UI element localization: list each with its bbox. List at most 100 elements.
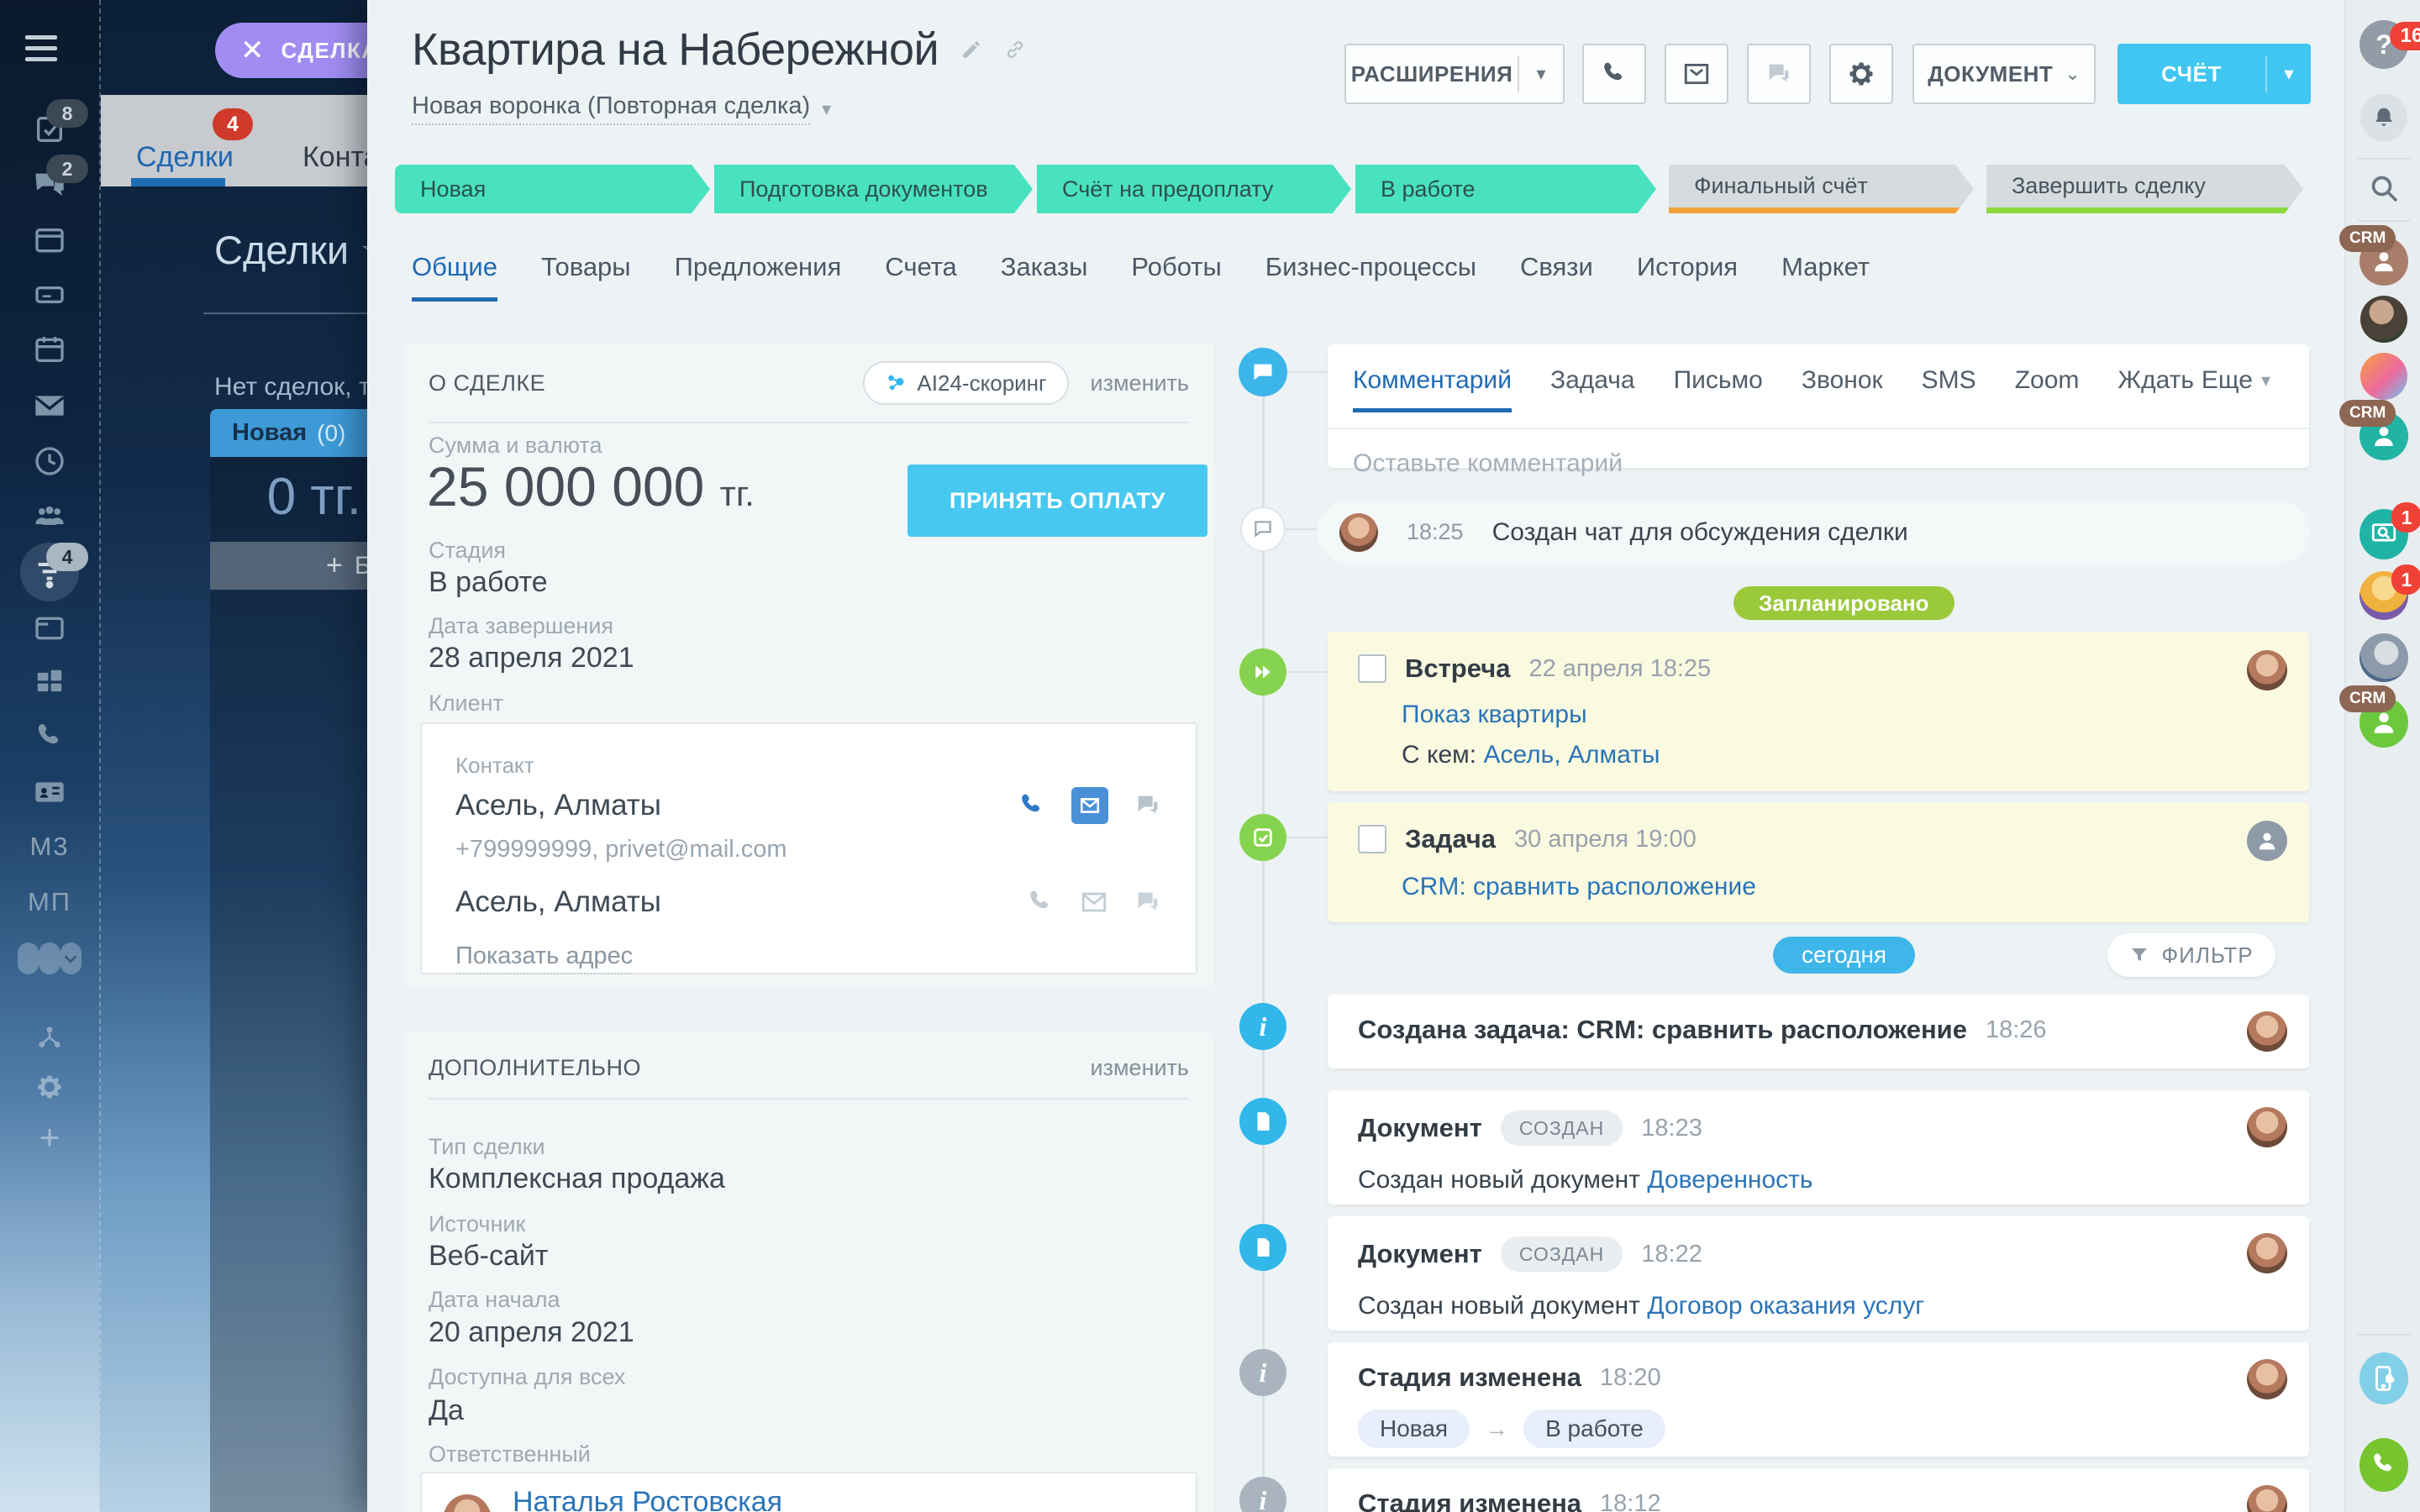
stage-in-progress[interactable]: В работе xyxy=(1355,165,1656,213)
sidebar-item-add[interactable]: + xyxy=(18,1120,82,1155)
sidebar-item-messenger[interactable]: 2 xyxy=(18,168,82,202)
chat-avatar[interactable] xyxy=(2360,353,2408,400)
sidebar-item-mail[interactable] xyxy=(18,389,82,423)
menu-toggle-icon[interactable] xyxy=(25,35,57,68)
complete-checkbox[interactable] xyxy=(1358,654,1386,683)
tab-call[interactable]: Звонок xyxy=(1802,366,1883,412)
document-link[interactable]: Договор оказания услуг xyxy=(1647,1292,1924,1320)
document-button[interactable]: ДОКУМЕНТ ⌄ xyxy=(1912,44,2096,104)
sidebar-collapse[interactable] xyxy=(18,942,82,974)
sidebar-item-contact-center[interactable] xyxy=(18,775,82,809)
contact-call-icon[interactable] xyxy=(1026,888,1055,916)
tab-sms[interactable]: SMS xyxy=(1922,366,1976,412)
stage-close-deal[interactable]: Завершить сделку xyxy=(1986,165,2303,213)
sidebar-item-sites[interactable] xyxy=(18,612,82,645)
contact-details[interactable]: +799999999, privet@mail.com xyxy=(455,836,1162,864)
kanban-column-header[interactable]: Новая (0) xyxy=(210,409,369,457)
deal-type-value[interactable]: Комплексная продажа xyxy=(429,1163,725,1195)
call-widget-button[interactable] xyxy=(2360,1438,2408,1492)
tab-invoices[interactable]: Счета xyxy=(885,252,957,302)
tab-deals[interactable]: Сделки xyxy=(136,141,234,174)
task-created-card[interactable]: Создана задача: CRM: сравнить расположен… xyxy=(1328,995,2309,1068)
task-subject-link[interactable]: CRM: сравнить расположение xyxy=(1402,873,1756,900)
meeting-subject-link[interactable]: Показ квартиры xyxy=(1402,701,1587,728)
tab-market[interactable]: Маркет xyxy=(1781,252,1870,302)
chat-button[interactable] xyxy=(1747,44,1811,104)
sidebar-item-time[interactable] xyxy=(18,444,82,478)
meeting-contact-link[interactable]: Асель, Алматы xyxy=(1483,741,1660,769)
crm-chat-teal[interactable]: CRM xyxy=(2360,412,2408,460)
chat-avatar[interactable] xyxy=(2360,633,2408,682)
contact-email-icon[interactable] xyxy=(1071,787,1108,824)
contact-name-2[interactable]: Асель, Алматы xyxy=(455,885,661,919)
stage-prepayment[interactable]: Счёт на предоплату xyxy=(1037,165,1351,213)
comment-input[interactable]: Оставьте комментарий xyxy=(1328,429,2309,498)
funnel-selector[interactable]: Новая воронка (Повторная сделка) ▾ xyxy=(412,92,831,125)
contact-chat-icon[interactable] xyxy=(1134,791,1162,820)
edit-pencil-icon[interactable] xyxy=(960,39,982,60)
contact-chat-icon[interactable] xyxy=(1134,888,1162,916)
tab-robots[interactable]: Роботы xyxy=(1131,252,1221,302)
additional-edit-link[interactable]: изменить xyxy=(1091,1055,1189,1081)
close-date-value[interactable]: 28 апреля 2021 xyxy=(429,642,634,675)
contact-email-icon[interactable] xyxy=(1080,888,1108,916)
sidebar-item-mp[interactable]: МП xyxy=(18,887,82,917)
sidebar-item-m3[interactable]: М3 xyxy=(18,832,82,862)
tab-letter[interactable]: Письмо xyxy=(1674,366,1763,412)
sidebar-item-telephony[interactable] xyxy=(18,721,82,753)
sidebar-item-drive[interactable] xyxy=(18,278,82,312)
chat-avatar[interactable]: 1 xyxy=(2360,571,2408,620)
call-button[interactable] xyxy=(1582,44,1646,104)
tab-wait[interactable]: Ждать xyxy=(2118,366,2194,412)
contact-call-icon[interactable] xyxy=(1018,791,1046,820)
accept-payment-button[interactable]: ПРИНЯТЬ ОПЛАТУ xyxy=(908,465,1207,537)
tab-history[interactable]: История xyxy=(1637,252,1738,302)
sidebar-item-tasks[interactable]: 8 xyxy=(18,113,82,146)
tab-more[interactable]: Еще▾ xyxy=(2202,366,2270,395)
about-edit-link[interactable]: изменить xyxy=(1091,370,1189,396)
sidebar-item-workgroups[interactable] xyxy=(18,224,82,258)
tab-relations[interactable]: Связи xyxy=(1520,252,1593,302)
close-icon[interactable]: ✕ xyxy=(240,36,265,65)
sidebar-item-settings[interactable] xyxy=(18,1072,82,1102)
available-value[interactable]: Да xyxy=(429,1394,464,1427)
show-address-link[interactable]: Показать адрес xyxy=(455,942,633,974)
meeting-card[interactable]: Встреча 22 апреля 18:25 Показ квартиры С… xyxy=(1328,632,2309,791)
tab-task[interactable]: Задача xyxy=(1550,366,1635,412)
email-button[interactable] xyxy=(1665,44,1728,104)
tab-general[interactable]: Общие xyxy=(412,252,497,302)
ai-scoring-button[interactable]: AI24-скоринг xyxy=(863,361,1068,405)
sidebar-item-employees[interactable] xyxy=(18,499,82,533)
mobile-app-button[interactable] xyxy=(2360,1352,2408,1404)
crm-chat-green[interactable]: CRM xyxy=(2360,697,2408,748)
notifications-button[interactable] xyxy=(2360,94,2408,141)
start-date-value[interactable]: 20 апреля 2021 xyxy=(429,1316,634,1349)
sidebar-item-structure[interactable] xyxy=(18,1023,82,1052)
invoice-button[interactable]: СЧЁТ ▾ xyxy=(2118,44,2311,104)
extensions-button[interactable]: РАСШИРЕНИЯ ▾ xyxy=(1344,44,1565,104)
deal-title[interactable]: Квартира на Набережной xyxy=(412,24,939,76)
chevron-down-icon[interactable]: ▾ xyxy=(1519,63,1563,85)
copy-link-icon[interactable] xyxy=(1004,39,1026,60)
tab-quotes[interactable]: Предложения xyxy=(675,252,842,302)
sidebar-item-calendar[interactable] xyxy=(18,333,82,366)
contact-name[interactable]: Асель, Алматы xyxy=(455,789,661,822)
responsible-card[interactable]: Наталья Ростовская Менеджер проектов xyxy=(420,1472,1197,1512)
search-button[interactable] xyxy=(2360,171,2408,205)
chat-avatar[interactable] xyxy=(2360,296,2408,343)
chevron-down-icon[interactable]: ▾ xyxy=(2267,63,2311,85)
task-card[interactable]: Задача 30 апреля 19:00 CRM: сравнить рас… xyxy=(1328,802,2309,922)
source-value[interactable]: Веб-сайт xyxy=(429,1240,548,1273)
tab-orders[interactable]: Заказы xyxy=(1001,252,1088,302)
sidebar-item-apps[interactable] xyxy=(18,666,82,698)
settings-button[interactable] xyxy=(1829,44,1893,104)
stage-changed-card[interactable]: Стадия изменена 18:12 Новая → В работе xyxy=(1328,1468,2309,1512)
help-button[interactable]: ? 16 xyxy=(2360,20,2408,69)
tab-bizproc[interactable]: Бизнес-процессы xyxy=(1265,252,1476,302)
stage-value[interactable]: В работе xyxy=(429,566,548,599)
tab-comment[interactable]: Комментарий xyxy=(1353,366,1512,412)
filter-button[interactable]: ФИЛЬТР xyxy=(2107,933,2275,977)
crm-monitor-chat[interactable]: 1 xyxy=(2360,509,2408,559)
tab-zoom[interactable]: Zoom xyxy=(2015,366,2080,412)
amount-value[interactable]: 25 000 000 тг. xyxy=(427,454,755,518)
